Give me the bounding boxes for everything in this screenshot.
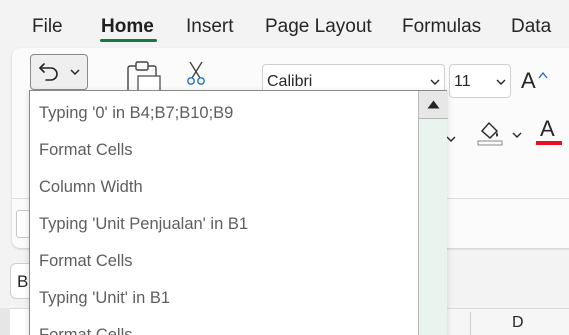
increase-font-size-icon: A (521, 68, 536, 93)
chevron-down-icon (430, 79, 440, 85)
tab-data[interactable]: Data (511, 16, 551, 38)
column-header-bar (446, 308, 569, 335)
fill-color-icon[interactable] (476, 117, 504, 147)
font-color-swatch (536, 141, 562, 145)
scroll-up-arrow-icon (427, 100, 440, 109)
active-tab-indicator (100, 39, 157, 42)
undo-history-item[interactable]: Format Cells (39, 252, 133, 271)
undo-history-dropdown: Typing '0' in B4;B7;B10;B9 Format Cells … (29, 90, 448, 335)
undo-button-group[interactable] (30, 54, 88, 90)
undo-history-item[interactable]: Typing 'Unit Penjualan' in B1 (39, 215, 248, 234)
font-color-icon: A (540, 116, 555, 141)
font-name-value: Calibri (267, 73, 313, 90)
undo-icon[interactable] (35, 58, 63, 86)
tab-formulas[interactable]: Formulas (402, 16, 481, 38)
row-header-corner (0, 308, 10, 335)
undo-dropdown-chevron-icon[interactable] (69, 66, 81, 78)
column-separator (470, 312, 471, 335)
undo-history-item[interactable]: Format Cells (39, 326, 133, 335)
font-size-select[interactable]: 11 (449, 64, 511, 98)
tab-insert[interactable]: Insert (186, 16, 234, 38)
column-header-d[interactable]: D (512, 314, 524, 332)
tab-home[interactable]: Home (101, 16, 154, 38)
tab-file[interactable]: File (32, 16, 63, 38)
undo-list-scrollbar[interactable] (418, 91, 448, 335)
undo-history-item[interactable]: Typing 'Unit' in B1 (39, 289, 170, 308)
caret-up-icon (538, 71, 548, 79)
cut-icon[interactable] (184, 60, 208, 86)
scroll-up-button[interactable] (419, 91, 448, 119)
undo-history-item[interactable]: Column Width (39, 178, 143, 197)
fill-color-chevron-icon[interactable] (512, 130, 522, 140)
name-box-value: B (17, 272, 29, 291)
tab-page-layout[interactable]: Page Layout (265, 16, 372, 38)
font-color-button[interactable]: A (536, 116, 564, 146)
border-dropdown-chevron-icon[interactable] (446, 134, 456, 144)
menu-tab-bar: File Home Insert Page Layout Formulas Da… (0, 0, 569, 52)
undo-history-item[interactable]: Typing '0' in B4;B7;B10;B9 (39, 104, 233, 123)
increase-font-size-button[interactable]: A (521, 68, 551, 96)
undo-history-item[interactable]: Format Cells (39, 141, 133, 160)
font-size-value: 11 (454, 73, 471, 90)
chevron-down-icon (496, 79, 506, 85)
